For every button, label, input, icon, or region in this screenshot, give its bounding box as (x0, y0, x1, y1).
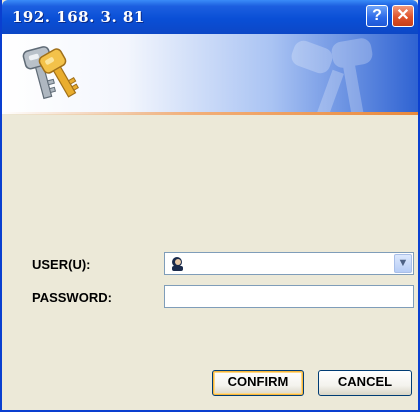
help-button[interactable]: ? (366, 5, 388, 27)
keys-icon (22, 46, 79, 100)
keys-watermark-icon (291, 38, 373, 114)
window-title: 192. 168. 3. 81 (12, 8, 145, 26)
user-label: USER(U): (32, 257, 91, 272)
cancel-button[interactable]: CANCEL (318, 370, 412, 396)
password-label: PASSWORD: (32, 290, 112, 305)
banner (2, 34, 418, 114)
banner-divider (2, 112, 418, 115)
confirm-button[interactable]: CONFIRM (212, 370, 304, 396)
user-avatar-icon (172, 257, 183, 271)
login-dialog: 192. 168. 3. 81 ? ✕ USER(U): ▼ PASSWORD:… (0, 0, 420, 412)
title-bar[interactable]: 192. 168. 3. 81 ? ✕ (2, 0, 418, 34)
password-field[interactable] (164, 285, 414, 308)
chevron-down-icon[interactable]: ▼ (394, 254, 412, 273)
user-combobox[interactable]: ▼ (164, 252, 414, 275)
close-button[interactable]: ✕ (392, 5, 414, 27)
